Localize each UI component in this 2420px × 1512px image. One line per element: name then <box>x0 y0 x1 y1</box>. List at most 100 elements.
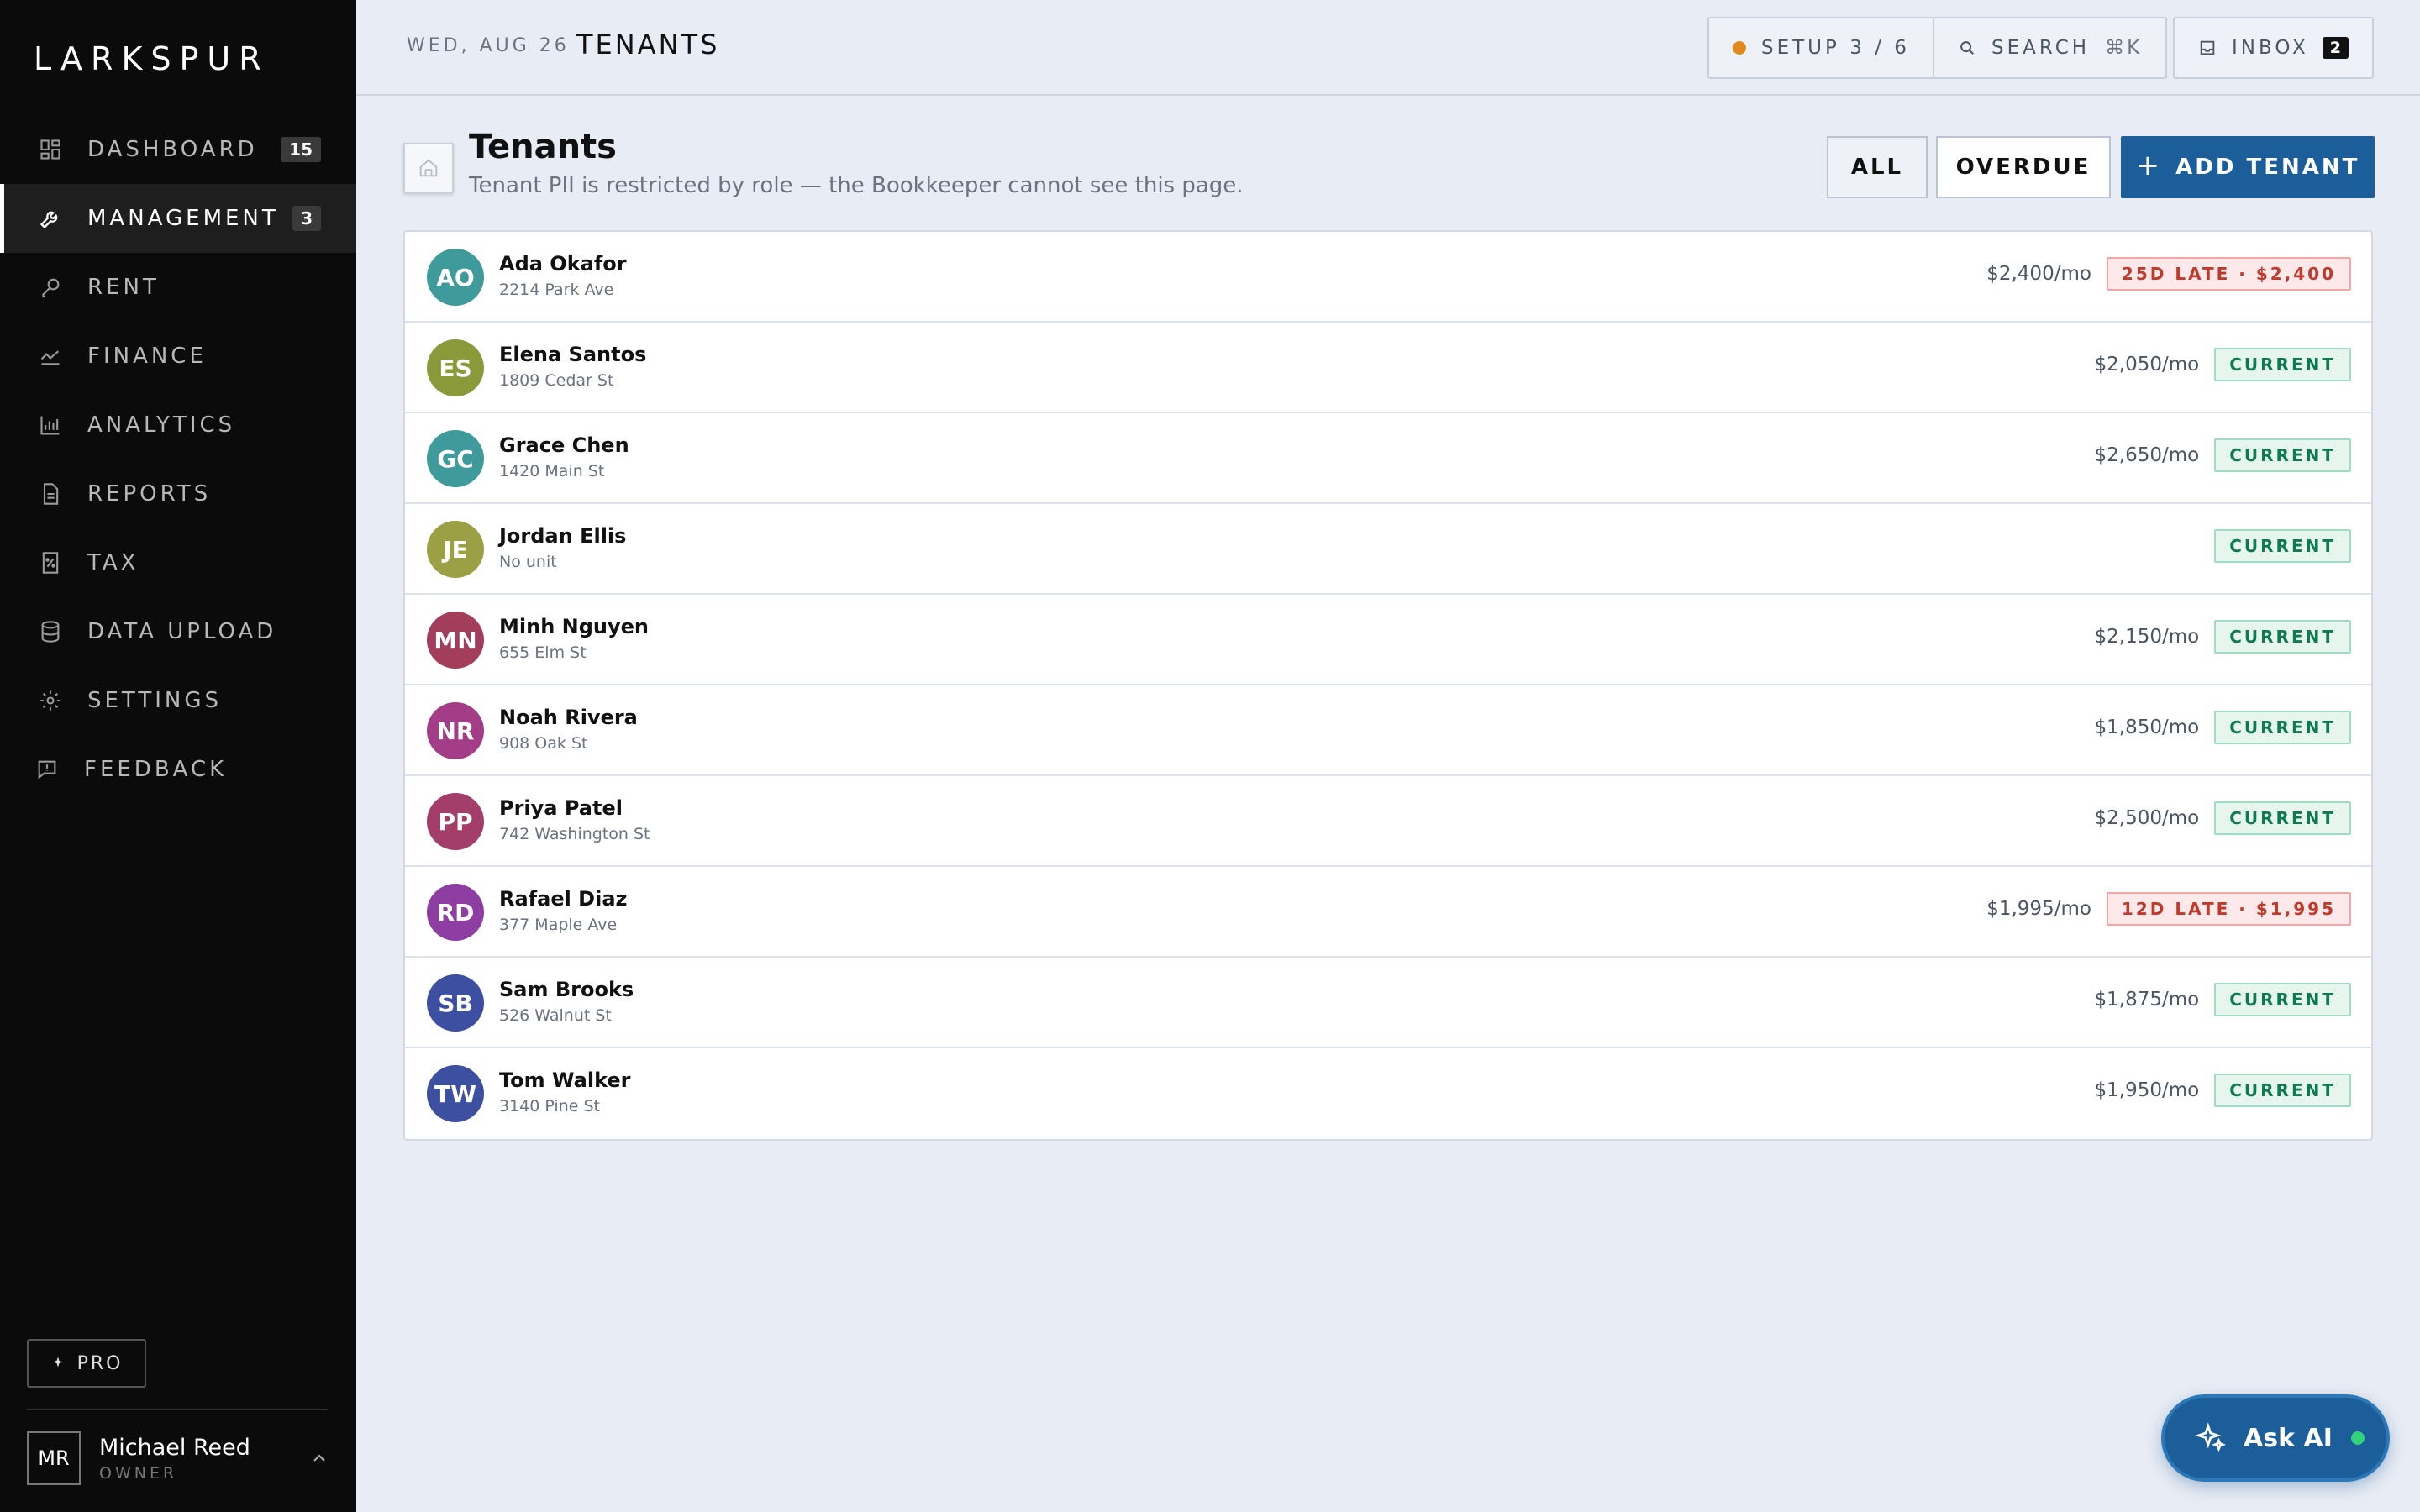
status-badge: 12D LATE · $1,995 <box>2106 892 2351 926</box>
add-tenant-button[interactable]: + ADD TENANT <box>2121 136 2375 198</box>
status-badge: CURRENT <box>2214 348 2351 381</box>
ask-ai-button[interactable]: Ask AI <box>2161 1394 2390 1482</box>
sidebar-item-finance[interactable]: FINANCE <box>0 322 356 391</box>
avatar: NR <box>427 702 484 759</box>
search-icon <box>1960 41 1975 55</box>
chevron-up-icon[interactable] <box>309 1448 329 1468</box>
user-role: OWNER <box>99 1463 178 1483</box>
inbox-button[interactable]: INBOX 2 <box>2173 17 2374 79</box>
sidebar-item-label: MANAGEMENT <box>87 206 279 231</box>
top-bar-title: TENANTS <box>576 29 720 60</box>
table-row[interactable]: SB Sam Brooks 526 Walnut St $1,875/mo CU… <box>405 958 2371 1048</box>
user-menu[interactable]: MR Michael Reed OWNER <box>27 1431 329 1485</box>
top-bar: WED, AUG 26 TENANTS SETUP 3 / 6 SEARCH ⌘… <box>356 0 2420 96</box>
sidebar-item-label: SETTINGS <box>87 688 223 713</box>
sidebar-item-feedback[interactable]: FEEDBACK <box>0 735 356 804</box>
tenant-address: No unit <box>499 553 557 571</box>
avatar: TW <box>427 1065 484 1122</box>
ask-ai-label: Ask AI <box>2244 1423 2333 1453</box>
sidebar-item-label: TAX <box>87 550 139 575</box>
tenant-address: 1809 Cedar St <box>499 371 614 390</box>
tenant-rent: $2,150/mo <box>2094 626 2200 648</box>
avatar: JE <box>427 521 484 578</box>
status-badge: CURRENT <box>2214 983 2351 1016</box>
table-row[interactable]: TW Tom Walker 3140 Pine St $1,950/mo CUR… <box>405 1048 2371 1139</box>
key-icon <box>39 276 62 299</box>
tenant-name: Minh Nguyen <box>499 615 649 638</box>
tenant-name: Elena Santos <box>499 343 647 366</box>
avatar: MR <box>27 1431 81 1485</box>
tenant-name: Jordan Ellis <box>499 524 627 548</box>
table-row[interactable]: JE Jordan Ellis No unit CURRENT <box>405 504 2371 595</box>
tenant-address: 526 Walnut St <box>499 1006 612 1025</box>
tenant-address: 742 Washington St <box>499 825 650 843</box>
tenant-meta: $1,850/mo CURRENT <box>2095 711 2351 744</box>
table-row[interactable]: ES Elena Santos 1809 Cedar St $2,050/mo … <box>405 323 2371 413</box>
avatar: RD <box>427 884 484 941</box>
sidebar-item-management[interactable]: MANAGEMENT 3 <box>0 184 356 253</box>
tenant-address: 908 Oak St <box>499 734 588 753</box>
avatar: SB <box>427 974 484 1032</box>
status-badge: CURRENT <box>2214 1074 2351 1107</box>
setup-progress-button[interactable]: SETUP 3 / 6 <box>1707 17 1935 79</box>
avatar: MN <box>427 612 484 669</box>
tenant-meta: $1,875/mo CURRENT <box>2095 983 2351 1016</box>
sidebar-item-data-upload[interactable]: DATA UPLOAD <box>0 597 356 666</box>
table-row[interactable]: GC Grace Chen 1420 Main St $2,650/mo CUR… <box>405 413 2371 504</box>
status-badge: 25D LATE · $2,400 <box>2106 257 2351 291</box>
tenant-rent: $1,995/mo <box>1986 898 2091 920</box>
search-label: SEARCH <box>1991 37 2091 59</box>
table-row[interactable]: RD Rafael Diaz 377 Maple Ave $1,995/mo 1… <box>405 867 2371 958</box>
tenant-meta: $1,995/mo 12D LATE · $1,995 <box>1986 892 2351 926</box>
tenant-rent: $1,875/mo <box>2094 989 2200 1011</box>
tenant-meta: $2,650/mo CURRENT <box>2095 438 2351 472</box>
filter-all-button[interactable]: ALL <box>1827 136 1928 198</box>
inbox-label: INBOX <box>2232 37 2309 59</box>
table-row[interactable]: MN Minh Nguyen 655 Elm St $2,150/mo CURR… <box>405 595 2371 685</box>
user-info: Michael Reed OWNER <box>99 1435 250 1483</box>
table-row[interactable]: NR Noah Rivera 908 Oak St $1,850/mo CURR… <box>405 685 2371 776</box>
feedback-icon <box>35 758 59 781</box>
sidebar-item-reports[interactable]: REPORTS <box>0 459 356 528</box>
sidebar-item-analytics[interactable]: ANALYTICS <box>0 391 356 459</box>
tenant-name: Ada Okafor <box>499 252 627 276</box>
search-button[interactable]: SEARCH ⌘K <box>1933 17 2168 79</box>
table-row[interactable]: PP Priya Patel 742 Washington St $2,500/… <box>405 776 2371 867</box>
brand-logo[interactable]: LARKSPUR <box>34 40 270 77</box>
tenant-meta: $2,500/mo CURRENT <box>2095 801 2351 835</box>
sidebar-item-rent[interactable]: RENT <box>0 253 356 322</box>
tenant-meta: $1,950/mo CURRENT <box>2095 1074 2351 1107</box>
bar-chart-icon <box>39 413 62 437</box>
tenant-meta: $2,400/mo 25D LATE · $2,400 <box>1986 257 2351 291</box>
status-badge: CURRENT <box>2214 529 2351 563</box>
online-status-dot <box>2350 1431 2365 1445</box>
page-subtitle: Tenant PII is restricted by role — the B… <box>469 173 1244 198</box>
status-badge: CURRENT <box>2214 620 2351 654</box>
status-badge: CURRENT <box>2214 801 2351 835</box>
tenant-rent: $2,050/mo <box>2094 354 2200 375</box>
tenant-name: Sam Brooks <box>499 978 634 1001</box>
sidebar-item-settings[interactable]: SETTINGS <box>0 666 356 735</box>
tenant-address: 655 Elm St <box>499 643 587 662</box>
sidebar-item-dashboard[interactable]: DASHBOARD 15 <box>0 115 356 184</box>
plus-icon: + <box>2135 149 2163 182</box>
sidebar-nav: DASHBOARD 15 MANAGEMENT 3 RENT FINANCE A… <box>0 115 356 804</box>
sidebar: LARKSPUR DASHBOARD 15 MANAGEMENT 3 RENT <box>0 0 356 1512</box>
page-title: Tenants <box>469 128 617 166</box>
status-badge: CURRENT <box>2214 711 2351 744</box>
sidebar-item-label: REPORTS <box>87 481 212 507</box>
sidebar-item-tax[interactable]: TAX <box>0 528 356 597</box>
tenant-rent: $2,400/mo <box>1986 263 2091 285</box>
tenant-name: Tom Walker <box>499 1068 631 1092</box>
table-row[interactable]: AO Ada Okafor 2214 Park Ave $2,400/mo 25… <box>405 232 2371 323</box>
pro-button[interactable]: PRO <box>27 1339 146 1388</box>
setup-label: SETUP 3 / 6 <box>1761 37 1910 59</box>
filter-overdue-button[interactable]: OVERDUE <box>1936 136 2111 198</box>
database-icon <box>39 620 62 643</box>
tenant-rent: $2,650/mo <box>2094 444 2200 466</box>
pro-label: PRO <box>76 1352 124 1374</box>
tenant-address: 1420 Main St <box>499 462 605 480</box>
gear-icon <box>39 689 62 712</box>
tenant-name: Rafael Diaz <box>499 887 628 911</box>
avatar: ES <box>427 339 484 396</box>
